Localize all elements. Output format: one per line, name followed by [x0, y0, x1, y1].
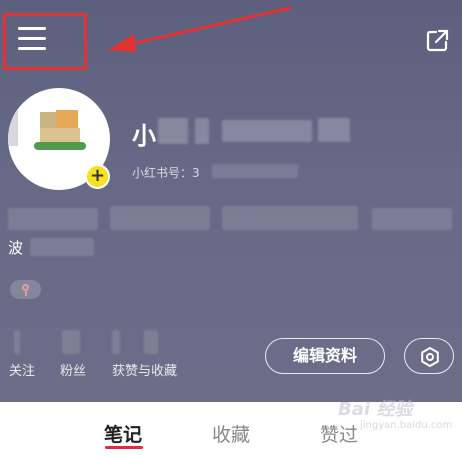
gear-icon [421, 347, 439, 367]
edit-profile-button[interactable]: 编辑资料 [265, 338, 385, 374]
pixelated-name-block [318, 118, 350, 142]
pixelated-count-block [62, 330, 80, 354]
likes-collects-label: 获赞与收藏 [112, 364, 178, 379]
pixelated-bio-block [222, 206, 358, 230]
following-label: 关注 [9, 364, 36, 379]
pixelated-name-block [195, 118, 209, 144]
tab-liked[interactable]: 赞过 [320, 420, 358, 447]
pixelated-name-block [222, 120, 312, 142]
following-stat[interactable]: 关注 [9, 360, 35, 379]
watermark: Bai 经验 [338, 399, 413, 420]
share-button[interactable] [425, 29, 449, 53]
tab-notes[interactable]: 笔记 [104, 420, 142, 447]
add-avatar-badge[interactable]: + [85, 164, 110, 189]
tab-collections[interactable]: 收藏 [212, 420, 250, 447]
profile-id: 小红书号：3 [132, 166, 200, 180]
profile-bio: 波 [8, 239, 24, 257]
annotation-highlight-box [3, 13, 87, 70]
share-external-icon [426, 29, 449, 52]
female-icon [22, 284, 29, 291]
watermark-url: jingyan.baidu.com [360, 420, 453, 431]
fans-stat[interactable]: 粉丝 [60, 360, 86, 379]
annotation-arrow [108, 6, 292, 52]
likes-collects-stat[interactable]: 获赞与收藏 [112, 360, 177, 379]
pixelated-bio-block [372, 208, 452, 230]
pixelated-count-block [14, 330, 20, 354]
pixelated-name-block [158, 118, 188, 144]
pixelated-count-block [112, 330, 120, 354]
pixelated-id-block [212, 164, 298, 178]
pixelated-bio-block [110, 206, 210, 230]
settings-button[interactable] [404, 338, 454, 374]
profile-header: + 小 小红书号：3 波 关注 粉丝 获赞与收藏 编辑资料 [0, 0, 462, 402]
fans-label: 粉丝 [60, 364, 87, 379]
gender-tag [10, 280, 41, 299]
pixelated-bio-block [30, 238, 94, 256]
active-tab-indicator [105, 446, 143, 449]
pixelated-bio-block [8, 208, 98, 230]
pixelated-count-block [144, 330, 158, 354]
profile-nickname: 小 [132, 122, 158, 150]
